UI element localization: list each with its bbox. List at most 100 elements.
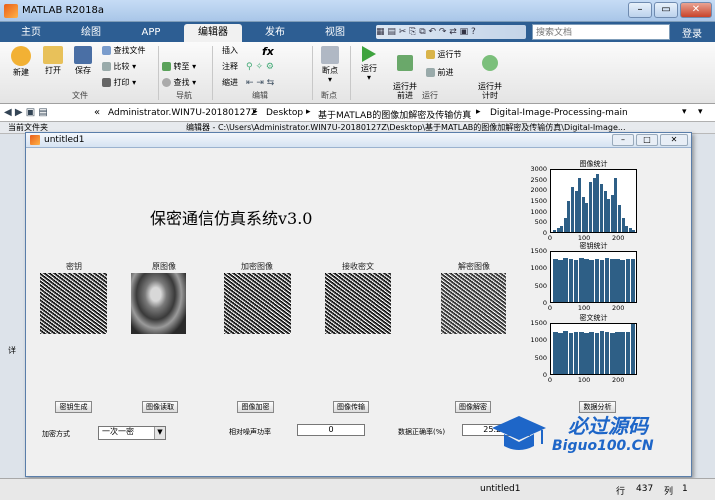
edit-tools-icon[interactable]: ⚲ ✧ ⚙ xyxy=(246,62,274,72)
histogram-bar xyxy=(604,332,610,374)
histogram-bar xyxy=(553,229,556,232)
key-image xyxy=(40,273,107,334)
histogram-bar xyxy=(574,190,578,232)
tab-publish[interactable]: 发布 xyxy=(248,24,302,42)
compare-button[interactable]: 比较 ▾ xyxy=(102,62,154,71)
insert-button[interactable]: 插入 xyxy=(218,46,242,55)
path-dropdown-icon[interactable]: ▾ xyxy=(682,107,687,117)
close-button[interactable]: ✕ xyxy=(680,2,712,18)
tab-plots[interactable]: 绘图 xyxy=(64,24,118,42)
accuracy-label: 数据正确率(%) xyxy=(398,428,446,436)
histogram-bar xyxy=(568,259,574,302)
histogram-bar xyxy=(594,258,600,302)
nav-arrows-icon[interactable]: ◀ ▶ ▣ ▤ xyxy=(4,107,48,118)
histogram-bar xyxy=(589,259,594,302)
chart-title: 图像统计 xyxy=(579,160,608,168)
encrypt-method-select[interactable]: 一次一密 ▼ xyxy=(98,426,166,440)
chart-title: 密钥统计 xyxy=(579,242,608,250)
histogram-bar xyxy=(553,332,558,374)
encrypt-image-button[interactable]: 图像加密 xyxy=(237,401,274,413)
path-segment[interactable]: Administrator.WIN7U-20180127Z xyxy=(108,108,257,118)
open-button[interactable]: 打开 xyxy=(38,46,68,75)
generate-key-button[interactable]: 密钥生成 xyxy=(55,401,92,413)
maximize-button[interactable]: ▭ xyxy=(654,2,678,18)
tab-apps[interactable]: APP xyxy=(124,24,178,42)
histogram-bar xyxy=(568,333,574,374)
find-button[interactable]: 查找 ▾ xyxy=(162,78,208,87)
histogram-bar xyxy=(553,258,558,302)
read-image-button[interactable]: 图像读取 xyxy=(142,401,178,413)
transmit-image-button[interactable]: 图像传输 xyxy=(333,401,369,413)
histogram-bar xyxy=(584,259,589,302)
histogram-bar xyxy=(617,205,621,232)
path-bar: ◀ ▶ ▣ ▤ « Administrator.WIN7U-20180127Z … xyxy=(0,104,715,122)
chart-axes xyxy=(550,169,637,233)
breakpoints-button[interactable]: 断点 ▾ xyxy=(314,46,346,84)
path-segment[interactable]: Desktop xyxy=(266,108,303,118)
print-button[interactable]: 打印 ▾ xyxy=(102,78,154,87)
watermark-brand: 必过源码 xyxy=(568,414,648,438)
original-image xyxy=(131,273,186,334)
tab-view[interactable]: 视图 xyxy=(308,24,362,42)
y-tick-label: 2000 xyxy=(530,186,547,195)
x-tick-label: 0 xyxy=(547,376,553,384)
indent-button[interactable]: 缩进 xyxy=(218,78,242,87)
histogram-bar xyxy=(607,198,611,232)
run-button[interactable]: 运行 ▾ xyxy=(354,46,384,82)
group-run-label: 运行 xyxy=(422,91,438,100)
search-input[interactable] xyxy=(532,24,670,40)
comment-button[interactable]: 注释 xyxy=(218,62,242,71)
histogram-bar xyxy=(614,178,618,232)
browse-folder-icon[interactable]: ▾ xyxy=(698,107,703,117)
ribbon: 新建 打开 保存 查找文件 比较 ▾ 打印 ▾ 文件 转至 ▾ 查找 ▾ 导航 … xyxy=(0,42,715,104)
histogram-bar xyxy=(615,258,620,302)
path-segment[interactable]: 基于MATLAB的图像加解密及传输仿真 xyxy=(318,108,471,121)
editor-side-strip xyxy=(692,134,715,478)
histogram-bar xyxy=(578,258,584,302)
path-segment[interactable]: Digital-Image-Processing-main xyxy=(490,108,628,118)
tab-home[interactable]: 主页 xyxy=(6,24,56,42)
histogram-bar xyxy=(625,225,629,232)
histogram-bar xyxy=(610,332,615,374)
status-file: untitled1 xyxy=(480,484,521,494)
minimize-button[interactable]: – xyxy=(628,2,652,18)
compare-icon xyxy=(102,62,111,71)
find-files-button[interactable]: 查找文件 xyxy=(102,46,154,55)
goto-button[interactable]: 转至 ▾ xyxy=(162,62,208,71)
decrypt-image-button[interactable]: 图像解密 xyxy=(455,401,491,413)
histogram-bar xyxy=(584,332,589,374)
advance-icon xyxy=(426,68,435,77)
figure-titlebar: untitled1 – □ ✕ xyxy=(26,133,691,148)
x-tick-label: 100 xyxy=(577,376,591,384)
login-link[interactable]: 登录 xyxy=(682,25,702,40)
histogram-bar xyxy=(581,196,585,232)
watermark-domain: Biguo100.CN xyxy=(552,438,654,454)
new-button[interactable]: 新建 xyxy=(6,46,36,77)
y-tick-label: 3000 xyxy=(530,165,547,173)
histogram-bar xyxy=(585,203,589,232)
image-label-received: 接收密文 xyxy=(342,262,374,271)
run-section-button[interactable]: 运行节 xyxy=(426,50,472,59)
chart-axes xyxy=(550,251,637,303)
histogram-bar xyxy=(589,182,593,232)
fx-icon[interactable]: fx xyxy=(262,45,274,58)
histogram-bar xyxy=(625,332,631,374)
run-time-button[interactable]: 运行并 计时 xyxy=(474,46,506,100)
histogram-bar xyxy=(556,227,560,232)
encrypt-method-value: 一次一密 xyxy=(102,427,134,436)
figure-close-button[interactable]: ✕ xyxy=(660,134,688,146)
y-tick-label: 1500 xyxy=(530,247,547,255)
save-button[interactable]: 保存 xyxy=(68,46,98,75)
x-tick-label: 100 xyxy=(577,304,591,312)
histogram-bar xyxy=(578,178,582,232)
tab-editor[interactable]: 编辑器 xyxy=(184,24,242,42)
histogram-bar xyxy=(628,227,632,232)
noise-power-input[interactable]: 0 xyxy=(297,424,365,436)
histogram-bar xyxy=(563,258,568,302)
advance-button[interactable]: 前进 xyxy=(426,68,472,77)
indent-tools-icon[interactable]: ⇤ ⇥ ⇆ xyxy=(246,78,274,88)
toolbar-quick-icons[interactable]: ▦ ▤ ✂ ⎘ ⧉ ↶ ↷ ⇄ ▣ ? xyxy=(376,25,526,39)
figure-maximize-button[interactable]: □ xyxy=(636,134,658,146)
figure-minimize-button[interactable]: – xyxy=(612,134,634,146)
current-folder-panel xyxy=(0,134,25,478)
